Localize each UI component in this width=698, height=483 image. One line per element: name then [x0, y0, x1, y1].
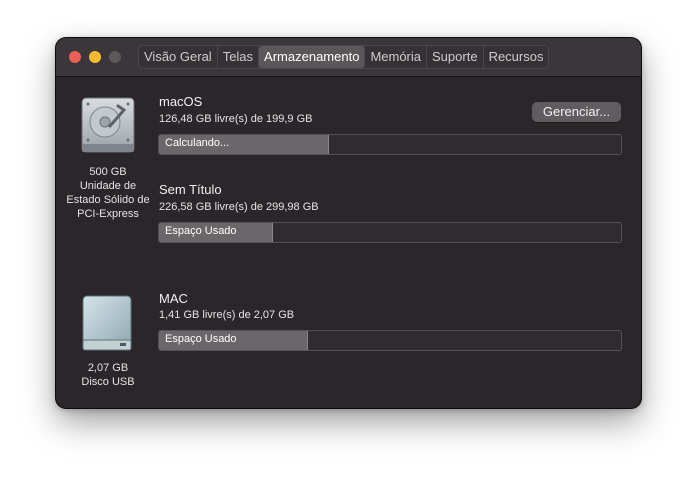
storage-bar: Espaço Usado: [158, 330, 622, 351]
tab-memory[interactable]: Memória: [365, 46, 428, 68]
caption-line: PCI-Express: [77, 208, 139, 220]
tab-bar: Visão Geral Telas Armazenamento Memória …: [138, 45, 550, 69]
storage-bar-label: Calculando...: [165, 137, 230, 149]
zoom-window-button[interactable]: [109, 51, 121, 63]
caption-line: 2,07 GB: [87, 362, 129, 374]
about-this-mac-window: Visão Geral Telas Armazenamento Memória …: [56, 38, 641, 408]
volume-free-space: 126,48 GB livre(s) de 199,9 GB: [159, 113, 313, 125]
tab-overview[interactable]: Visão Geral: [139, 46, 218, 68]
usb-disk-caption: 2,07 GB Disco USB: [56, 361, 163, 389]
volume-name: Sem Título: [159, 182, 222, 197]
caption-line: Estado Sólido de: [66, 194, 150, 206]
storage-bar-label: Espaço Usado: [165, 225, 237, 237]
tab-displays[interactable]: Telas: [218, 46, 260, 68]
title-bar: Visão Geral Telas Armazenamento Memória …: [56, 38, 641, 77]
volume-free-space: 226,58 GB livre(s) de 299,98 GB: [159, 201, 319, 213]
storage-bar: Espaço Usado: [158, 222, 622, 243]
tab-support[interactable]: Suporte: [427, 46, 484, 68]
caption-line: Unidade de: [79, 180, 137, 192]
minimize-window-button[interactable]: [89, 51, 101, 63]
close-window-button[interactable]: [69, 51, 81, 63]
internal-disk-caption: 500 GB Unidade de Estado Sólido de PCI-E…: [56, 165, 163, 221]
storage-bar-label: Espaço Usado: [165, 333, 237, 345]
internal-disk-icon: [81, 97, 135, 153]
storage-bar: Calculando...: [158, 134, 622, 155]
volume-free-space: 1,41 GB livre(s) de 2,07 GB: [159, 309, 295, 321]
caption-line: Disco USB: [81, 376, 135, 388]
tab-storage[interactable]: Armazenamento: [259, 46, 366, 68]
usb-disk-icon: [82, 295, 132, 351]
caption-line: 500 GB: [89, 166, 127, 178]
manage-button[interactable]: Gerenciar...: [532, 102, 621, 122]
tab-resources[interactable]: Recursos: [484, 46, 549, 68]
volume-name: macOS: [159, 94, 203, 109]
volume-name: MAC: [159, 291, 188, 306]
